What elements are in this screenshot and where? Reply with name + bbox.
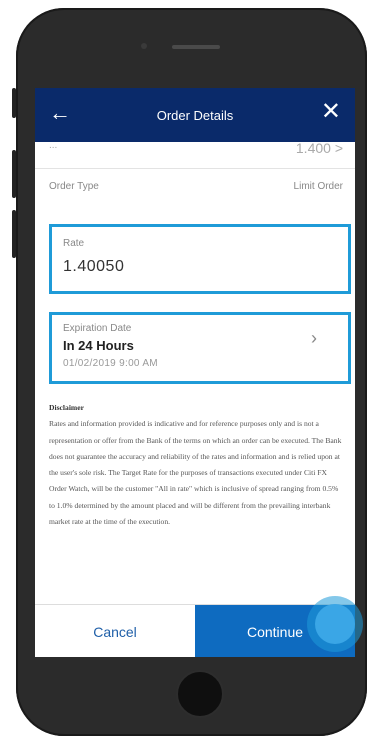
rate-label: Rate [63, 238, 85, 249]
home-button[interactable] [176, 670, 224, 718]
disclaimer-title: Disclaimer [49, 403, 85, 412]
expiration-datetime: 01/02/2019 9:00 AM [63, 358, 158, 369]
expiration-label: Expiration Date [63, 323, 132, 334]
speaker-grille [172, 45, 220, 49]
close-icon[interactable]: ✕ [321, 100, 341, 124]
order-type-label: Order Type [49, 181, 99, 192]
page-title: Order Details [156, 107, 234, 123]
volume-down-button [12, 210, 16, 258]
volume-up-button [12, 150, 16, 198]
order-type-value: Limit Order [293, 181, 343, 192]
partial-row-label: ... [49, 140, 58, 151]
partial-row: ... 1.400 > [35, 140, 355, 169]
chevron-right-icon[interactable]: › [311, 328, 317, 349]
header-bar: ← Order Details ✕ [35, 88, 355, 142]
rate-value[interactable]: 1.40050 [63, 258, 124, 276]
front-camera [141, 43, 147, 49]
disclaimer-body: Rates and information provided is indica… [49, 419, 342, 527]
cancel-button[interactable]: Cancel [35, 605, 195, 657]
expiration-value: In 24 Hours [63, 338, 134, 353]
tap-indicator-dot [315, 604, 355, 644]
arrow-left-icon[interactable]: ← [49, 102, 71, 124]
mute-switch [12, 88, 16, 118]
disclaimer: Disclaimer Rates and information provide… [49, 400, 345, 530]
partial-row-value: 1.400 > [295, 140, 343, 156]
app-screen: ← Order Details ✕ ... 1.400 > Order Type… [35, 88, 355, 657]
tap-indicator [307, 596, 363, 652]
